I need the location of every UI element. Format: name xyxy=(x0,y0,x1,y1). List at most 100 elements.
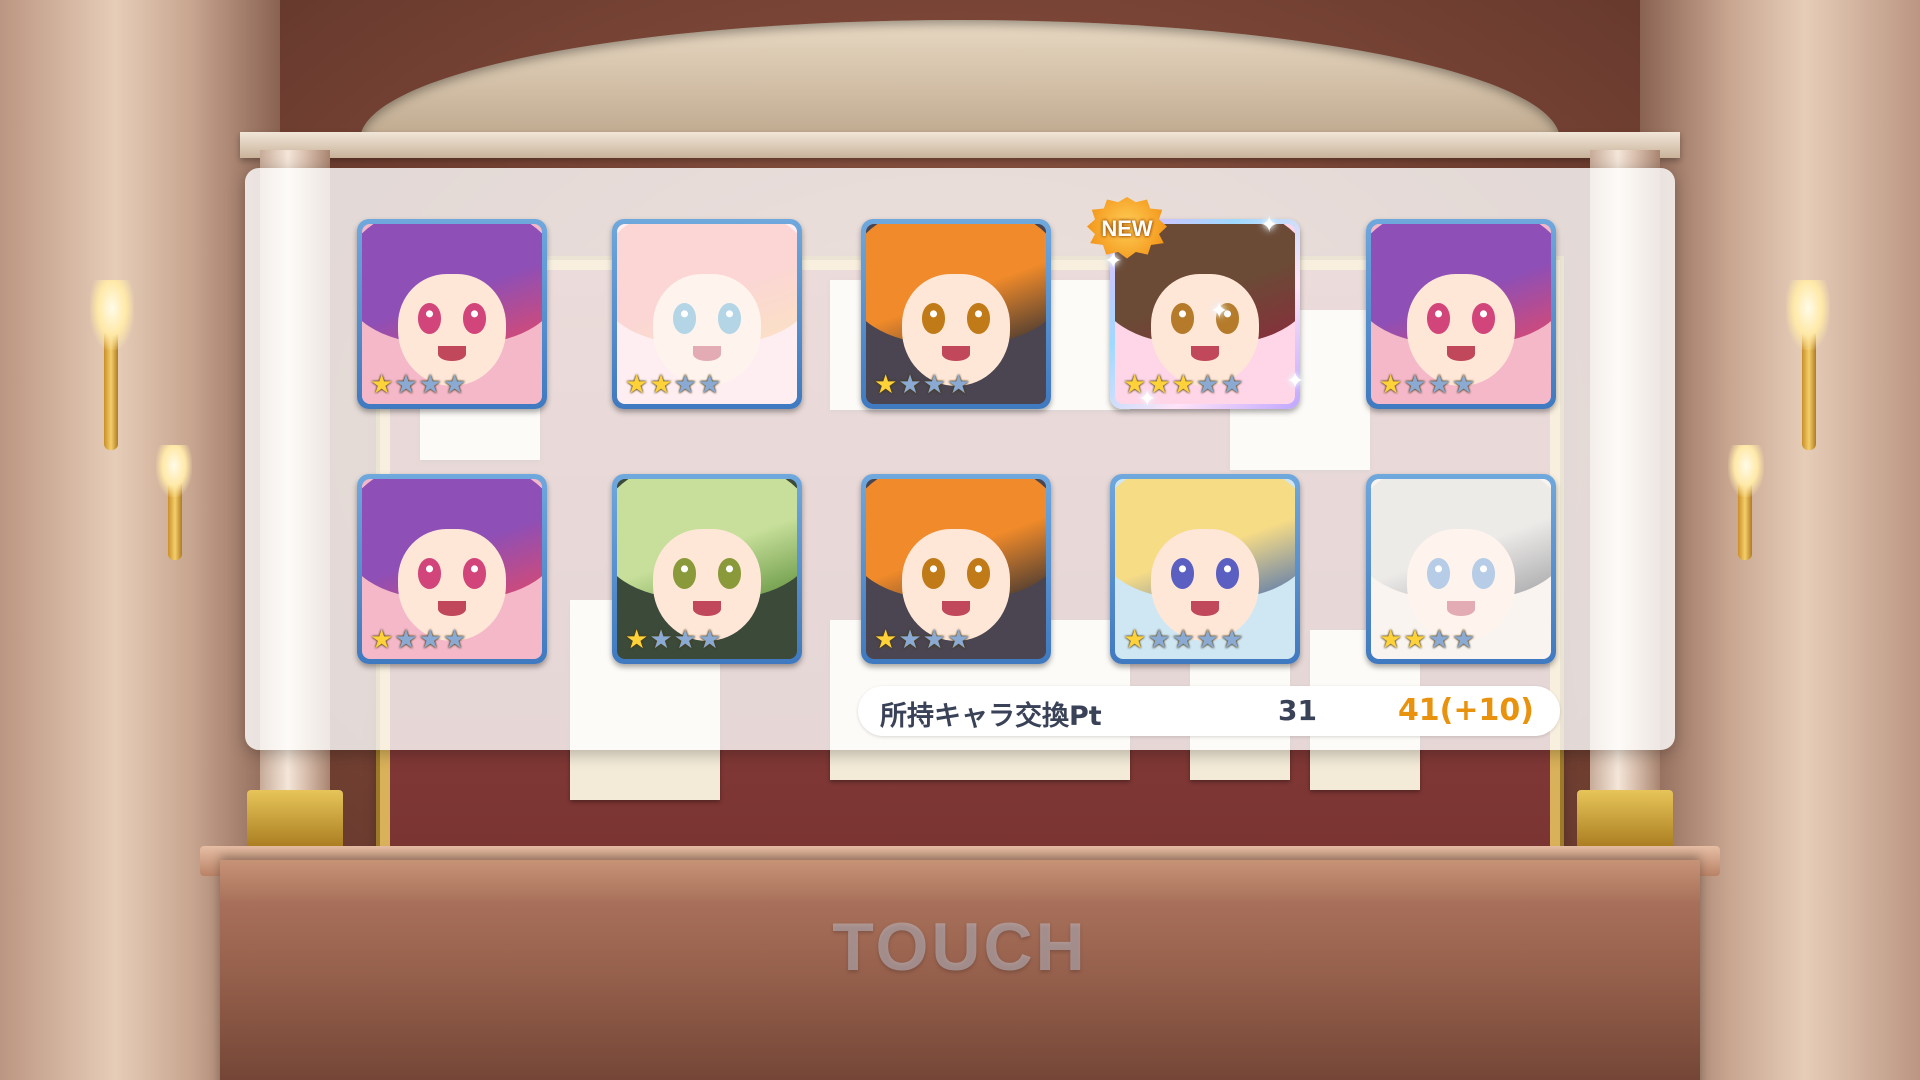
character-portrait: ★ ★ ★ ★ xyxy=(1371,224,1551,404)
star-empty-icon: ★ xyxy=(922,625,946,655)
star-empty-icon: ★ xyxy=(1451,625,1476,655)
star-empty-icon: ★ xyxy=(442,625,467,655)
wall-lamp xyxy=(1786,280,1830,350)
portrait-eye xyxy=(1471,303,1496,334)
portrait-eye xyxy=(462,303,487,334)
touch-prompt[interactable]: TOUCH xyxy=(0,908,1920,986)
star-empty-icon: ★ xyxy=(1147,625,1171,655)
rarity-stars: ★ ★ ★ ★ xyxy=(874,627,970,653)
portrait-mouth xyxy=(941,601,971,616)
star-empty-icon: ★ xyxy=(418,370,442,400)
character-portrait: ★ ★ ★ ★ xyxy=(362,479,542,659)
star-empty-icon: ★ xyxy=(898,625,922,655)
star-filled-icon: ★ xyxy=(1123,625,1147,655)
right-column-base xyxy=(1577,790,1673,850)
portrait-hair xyxy=(1371,479,1551,598)
portrait-eye xyxy=(1170,558,1195,589)
star-empty-icon: ★ xyxy=(1220,625,1244,655)
star-filled-icon: ★ xyxy=(874,625,898,655)
portrait-mouth xyxy=(437,601,467,616)
star-empty-icon: ★ xyxy=(697,625,722,655)
portrait-mouth xyxy=(941,346,971,361)
result-card[interactable]: ★ ★ ★ ★ xyxy=(861,474,1051,664)
character-portrait: ★ ★ ★ ★ xyxy=(617,479,797,659)
portrait-eye xyxy=(717,558,742,589)
star-empty-icon: ★ xyxy=(673,370,697,400)
star-empty-icon: ★ xyxy=(1427,625,1451,655)
rarity-stars: ★ ★ ★ ★ ★ xyxy=(1123,627,1244,653)
star-empty-icon: ★ xyxy=(1451,370,1476,400)
sparkle-icon: ✦ xyxy=(1210,299,1229,324)
sparkle-icon: ✦ xyxy=(1286,369,1305,394)
portrait-eye xyxy=(966,558,991,589)
star-empty-icon: ★ xyxy=(697,370,722,400)
star-empty-icon: ★ xyxy=(1220,370,1244,400)
star-filled-icon: ★ xyxy=(1171,370,1195,400)
left-column-base xyxy=(247,790,343,850)
star-filled-icon: ★ xyxy=(1403,625,1427,655)
exchange-points-bar: 所持キャラ交換Pt 31 41(+10) xyxy=(858,686,1560,736)
portrait-eye xyxy=(1426,303,1451,334)
sparkle-icon: ✦ xyxy=(1138,387,1157,412)
portrait-mouth xyxy=(692,601,722,616)
sparkle-icon: ✦ xyxy=(1260,213,1279,238)
result-card[interactable]: ★ ★ ★ ★ xyxy=(357,474,547,664)
rarity-stars: ★ ★ ★ ★ xyxy=(625,372,721,398)
exchange-points-current: 31 xyxy=(1278,694,1317,727)
result-card[interactable]: ★ ★ ★ ★ xyxy=(357,219,547,409)
rarity-stars: ★ ★ ★ ★ xyxy=(625,627,721,653)
star-empty-icon: ★ xyxy=(673,625,697,655)
portrait-eye xyxy=(1170,303,1195,334)
portrait-eye xyxy=(672,558,697,589)
portrait-eye xyxy=(921,558,946,589)
character-portrait: ★ ★ ★ ★ xyxy=(1371,479,1551,659)
character-portrait: ★ ★ ★ ★ xyxy=(866,479,1046,659)
star-filled-icon: ★ xyxy=(370,370,394,400)
character-portrait: ★ ★ ★ ★ ★ xyxy=(1115,479,1295,659)
wall-lamp xyxy=(1728,445,1764,497)
star-empty-icon: ★ xyxy=(1195,370,1220,400)
result-card[interactable]: ★ ★ ★ ★ xyxy=(612,219,802,409)
star-filled-icon: ★ xyxy=(1379,625,1403,655)
ornament-bar xyxy=(240,132,1680,158)
star-filled-icon: ★ xyxy=(874,370,898,400)
portrait-mouth xyxy=(1446,346,1476,361)
character-portrait: ★ ★ ★ ★ xyxy=(866,224,1046,404)
rarity-stars: ★ ★ ★ ★ xyxy=(1379,372,1475,398)
star-empty-icon: ★ xyxy=(649,625,673,655)
portrait-eye xyxy=(672,303,697,334)
exchange-points-after: 41(+10) xyxy=(1397,693,1534,728)
portrait-eye xyxy=(417,303,442,334)
character-portrait: ★ ★ ★ ★ xyxy=(362,224,542,404)
result-card[interactable]: ★ ★ ★ ★ xyxy=(1366,219,1556,409)
star-empty-icon: ★ xyxy=(1403,370,1427,400)
star-empty-icon: ★ xyxy=(394,625,418,655)
portrait-hair xyxy=(617,224,797,343)
portrait-mouth xyxy=(692,346,722,361)
star-filled-icon: ★ xyxy=(1379,370,1403,400)
star-filled-icon: ★ xyxy=(625,370,649,400)
star-empty-icon: ★ xyxy=(1171,625,1195,655)
portrait-eye xyxy=(717,303,742,334)
star-empty-icon: ★ xyxy=(1195,625,1220,655)
portrait-eye xyxy=(1426,558,1451,589)
portrait-mouth xyxy=(1190,346,1220,361)
character-portrait: ★ ★ ★ ★ xyxy=(617,224,797,404)
result-card[interactable]: ★ ★ ★ ★ ★ xyxy=(1110,474,1300,664)
rarity-stars: ★ ★ ★ ★ xyxy=(370,372,466,398)
star-empty-icon: ★ xyxy=(418,625,442,655)
rarity-stars: ★ ★ ★ ★ xyxy=(1379,627,1475,653)
star-filled-icon: ★ xyxy=(625,625,649,655)
exchange-points-label: 所持キャラ交換Pt xyxy=(880,701,1102,732)
portrait-eye xyxy=(921,303,946,334)
result-card[interactable]: ★ ★ ★ ★ xyxy=(612,474,802,664)
result-card[interactable]: ★ ★ ★ ★ xyxy=(1366,474,1556,664)
rarity-stars: ★ ★ ★ ★ xyxy=(874,372,970,398)
star-empty-icon: ★ xyxy=(946,625,971,655)
star-empty-icon: ★ xyxy=(394,370,418,400)
portrait-eye xyxy=(1471,558,1496,589)
result-card[interactable]: ★ ★ ★ ★ xyxy=(861,219,1051,409)
star-filled-icon: ★ xyxy=(649,370,673,400)
wall-lamp xyxy=(90,280,134,350)
star-empty-icon: ★ xyxy=(442,370,467,400)
